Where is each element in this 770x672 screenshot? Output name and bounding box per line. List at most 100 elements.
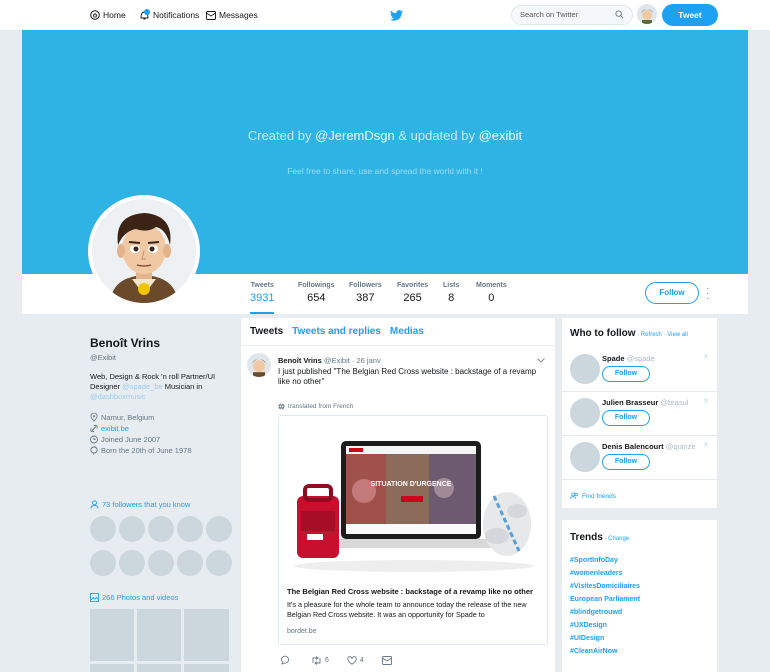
- more-options-icon[interactable]: · · ·: [706, 284, 709, 304]
- trend-item[interactable]: #UXDesign: [570, 619, 640, 632]
- suggestion-follow-button[interactable]: Follow: [602, 410, 650, 426]
- tweet-button[interactable]: Tweet: [662, 4, 718, 26]
- banner-updated-author[interactable]: @exibit: [479, 128, 523, 143]
- profile-name: Benoît Vrins: [90, 336, 161, 350]
- follow-suggestion: Julien Brasseur @brasul ✕ Follow: [562, 392, 717, 436]
- user-avatar-small[interactable]: [637, 4, 657, 24]
- photo-thumbnail[interactable]: [137, 664, 181, 672]
- follower-avatar[interactable]: [119, 516, 145, 542]
- who-to-follow-links[interactable]: · Refresh · View all: [636, 332, 688, 338]
- translated-note[interactable]: translated from French: [278, 403, 353, 410]
- stat-value: 265: [403, 292, 422, 304]
- follower-avatar[interactable]: [177, 516, 203, 542]
- banner-created-mid: & updated by: [394, 128, 479, 143]
- chevron-down-icon[interactable]: [537, 356, 545, 365]
- card-banner-text: SITUATION D'URGENCE: [371, 481, 452, 488]
- stat-favorites[interactable]: Favorites 265: [397, 282, 428, 304]
- bio-link-dashbox[interactable]: @dashboxmusic: [90, 392, 146, 401]
- photo-icon: [90, 593, 99, 602]
- nav-messages[interactable]: Messages: [206, 0, 258, 30]
- suggestion-follow-button[interactable]: Follow: [602, 454, 650, 470]
- envelope-icon: [381, 655, 392, 665]
- message-share-button[interactable]: [381, 655, 395, 665]
- trends-change-link[interactable]: · Change: [603, 536, 629, 542]
- photo-thumbnail[interactable]: [137, 609, 181, 661]
- suggestion-avatar[interactable]: [570, 398, 600, 428]
- trends-list: #SportInfoDay #womenleaders #VisitesDomi…: [570, 554, 640, 658]
- follow-button[interactable]: Follow: [645, 282, 699, 304]
- retweet-count: 6: [325, 656, 329, 664]
- link-card[interactable]: SITUATION D'URGENCE The Belgian Red Cros…: [278, 415, 548, 645]
- card-title[interactable]: The Belgian Red Cross website : backstag…: [287, 587, 533, 596]
- tweet[interactable]: Benoît Vrins @Exibit · 26 janv I just pu…: [241, 347, 555, 672]
- suggestion-avatar[interactable]: [570, 354, 600, 384]
- avatar-face-icon: [641, 9, 653, 24]
- follower-avatar[interactable]: [206, 550, 232, 576]
- like-button[interactable]: 4: [347, 655, 364, 665]
- search-input[interactable]: Search on Twitter: [511, 5, 633, 25]
- suggestion-follow-button[interactable]: Follow: [602, 366, 650, 382]
- trend-item[interactable]: #UIDesign: [570, 632, 640, 645]
- nav-notifications[interactable]: Notifications: [139, 0, 199, 30]
- profile-handle: @Exibit: [90, 353, 116, 362]
- follower-avatar[interactable]: [119, 550, 145, 576]
- tweet-author-name[interactable]: Benoît Vrins: [278, 356, 322, 365]
- person-icon: [90, 500, 99, 509]
- stat-tweets[interactable]: Tweets 3931: [250, 282, 275, 314]
- trend-item[interactable]: #SportInfoDay: [570, 554, 640, 567]
- profile-avatar[interactable]: [88, 195, 200, 307]
- suggestion-name[interactable]: Spade @spade: [602, 354, 705, 363]
- search-icon[interactable]: [615, 10, 624, 19]
- trend-item[interactable]: #blindgetrouwd: [570, 606, 640, 619]
- tab-tweets-and-replies[interactable]: Tweets and replies: [292, 326, 381, 337]
- photos-videos-link[interactable]: 266 Photos and videos: [90, 593, 178, 602]
- location-text: Namur, Belgium: [101, 413, 155, 422]
- dismiss-icon[interactable]: ✕: [703, 441, 709, 449]
- tweet-author-avatar[interactable]: [247, 353, 271, 377]
- stat-lists[interactable]: Lists 8: [443, 282, 459, 304]
- tweet-feed: Tweets Tweets and replies Medias Benoît …: [241, 318, 555, 672]
- bio-link-spade[interactable]: @spade_be: [122, 382, 163, 391]
- nav-home[interactable]: Home: [90, 0, 126, 30]
- tab-tweets[interactable]: Tweets: [250, 326, 283, 337]
- follower-avatar[interactable]: [148, 516, 174, 542]
- reply-button[interactable]: [280, 655, 293, 665]
- trends-title: Trends: [570, 532, 603, 543]
- stat-followings[interactable]: Followings 654: [298, 282, 335, 304]
- tweet-date[interactable]: · 26 janv: [352, 356, 381, 365]
- follower-avatar[interactable]: [206, 516, 232, 542]
- banner-created-author[interactable]: @JeremDsgn: [315, 128, 395, 143]
- card-url[interactable]: bordet.be: [287, 628, 317, 635]
- trend-item[interactable]: #CleanAirNow: [570, 645, 640, 658]
- stat-moments[interactable]: Moments 0: [476, 282, 507, 304]
- photo-thumbnail[interactable]: [90, 609, 134, 661]
- stat-followers[interactable]: Followers 387: [349, 282, 382, 304]
- banner-credits: Created by @JeremDsgn & updated by @exib…: [22, 128, 748, 143]
- photo-thumbnail[interactable]: [184, 664, 229, 672]
- trend-item[interactable]: #womenleaders: [570, 567, 640, 580]
- dismiss-icon[interactable]: ✕: [703, 353, 709, 361]
- who-to-follow-module: Who to follow · Refresh · View all Spade…: [562, 318, 717, 508]
- photo-thumbnail[interactable]: [90, 664, 134, 672]
- photo-thumbnail[interactable]: [184, 609, 229, 661]
- follower-avatar[interactable]: [90, 516, 116, 542]
- balloon-icon: [90, 446, 98, 455]
- suggestion-avatar[interactable]: [570, 442, 600, 472]
- suggestion-name[interactable]: Denis Balencourt @quinze: [602, 442, 705, 451]
- twitter-bird-logo[interactable]: [390, 8, 403, 26]
- retweet-button[interactable]: 6: [311, 655, 329, 665]
- website-link[interactable]: exibit.be: [101, 423, 129, 434]
- tab-medias[interactable]: Medias: [390, 326, 424, 337]
- trend-item[interactable]: European Parliament: [570, 593, 640, 606]
- followers-you-know-link[interactable]: 73 followers that you know: [90, 500, 190, 509]
- follower-avatar[interactable]: [90, 550, 116, 576]
- stat-label: Tweets: [250, 282, 274, 289]
- dismiss-icon[interactable]: ✕: [703, 397, 709, 405]
- suggestion-name[interactable]: Julien Brasseur @brasul: [602, 398, 705, 407]
- tweet-author-handle[interactable]: @Exibit: [324, 356, 350, 365]
- find-friends-link[interactable]: Find friends: [570, 492, 616, 500]
- suggestion-handle: @brasul: [660, 398, 689, 407]
- follower-avatar[interactable]: [148, 550, 174, 576]
- follower-avatar[interactable]: [177, 550, 203, 576]
- trend-item[interactable]: #VisitesDomiciliaires: [570, 580, 640, 593]
